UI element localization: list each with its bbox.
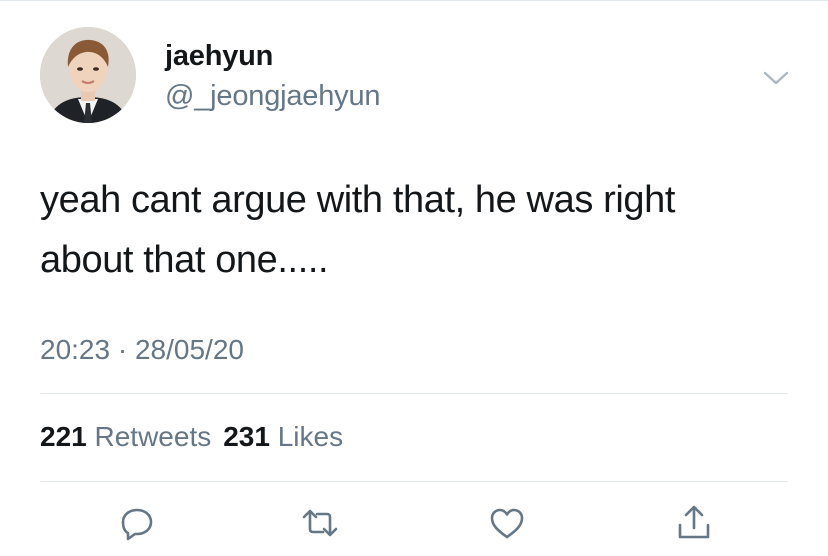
timestamp-separator: · — [117, 334, 128, 365]
tweet-text: yeah cant argue with that, he was right … — [40, 170, 800, 290]
divider — [40, 393, 788, 394]
tweet-stats: 221 Retweets 231 Likes — [40, 421, 343, 453]
like-button[interactable] — [487, 503, 527, 543]
tweet-timestamp[interactable]: 20:23 · 28/05/20 — [40, 334, 244, 366]
share-button[interactable] — [674, 503, 714, 543]
retweets-stat[interactable]: 221 Retweets — [40, 421, 211, 452]
share-icon — [678, 505, 710, 539]
likes-label: Likes — [277, 421, 344, 452]
tweet-text-line-2: about that one..... — [40, 239, 329, 281]
likes-stat[interactable]: 231 Likes — [223, 421, 343, 452]
retweets-count: 221 — [40, 421, 87, 452]
like-icon — [490, 508, 524, 539]
tweet-time: 20:23 — [40, 334, 111, 365]
retweet-button[interactable] — [300, 503, 340, 543]
top-border — [0, 0, 828, 1]
profile-photo — [40, 27, 136, 123]
avatar[interactable] — [40, 27, 136, 123]
author-display-name[interactable]: jaehyun — [165, 40, 273, 73]
reply-icon — [121, 508, 153, 541]
retweet-icon — [302, 509, 338, 537]
divider — [40, 481, 788, 482]
retweets-label: Retweets — [94, 421, 212, 452]
likes-count: 231 — [223, 421, 270, 452]
chevron-down-icon[interactable] — [762, 68, 790, 88]
reply-button[interactable] — [117, 503, 157, 543]
author-handle[interactable]: @_jeongjaehyun — [165, 80, 381, 113]
tweet-text-line-1: yeah cant argue with that, he was right — [40, 179, 676, 221]
tweet-date: 28/05/20 — [134, 334, 244, 365]
